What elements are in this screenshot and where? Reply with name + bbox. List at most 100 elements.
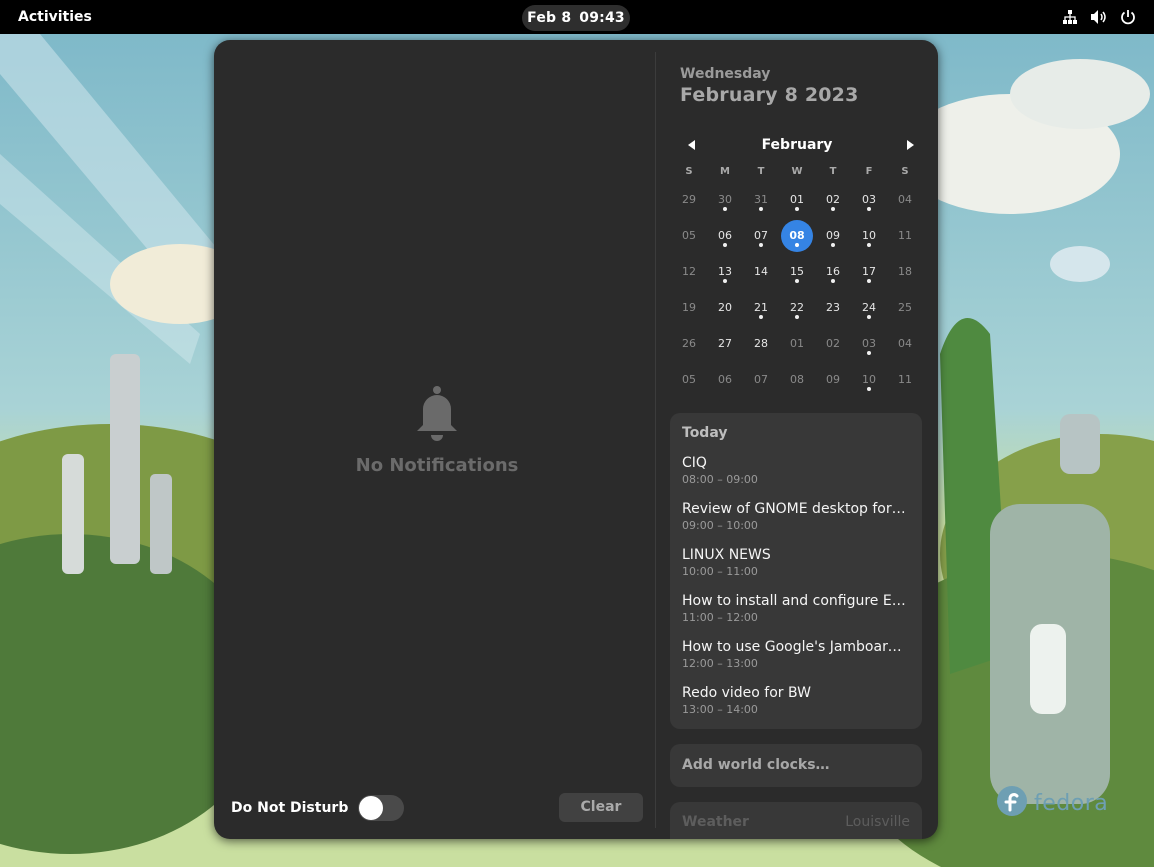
event-item[interactable]: How to use Google's Jamboard … 12:00 – 1… bbox=[682, 638, 910, 671]
day-number: 04 bbox=[898, 193, 912, 206]
do-not-disturb-toggle[interactable] bbox=[358, 795, 405, 821]
day-number: 01 bbox=[790, 193, 804, 206]
calendar-day[interactable]: 10 bbox=[851, 218, 887, 254]
event-item[interactable]: Review of GNOME desktop for F… 09:00 – 1… bbox=[682, 500, 910, 533]
calendar-day[interactable]: 07 bbox=[743, 218, 779, 254]
day-number: 06 bbox=[718, 373, 732, 386]
event-indicator-dot bbox=[723, 243, 727, 247]
day-number: 03 bbox=[862, 193, 876, 206]
calendar-day[interactable]: 12 bbox=[671, 254, 707, 290]
calendar-day[interactable]: 08 bbox=[779, 362, 815, 398]
calendar-day[interactable]: 02 bbox=[815, 326, 851, 362]
calendar-day[interactable]: 22 bbox=[779, 290, 815, 326]
calendar-day[interactable]: 09 bbox=[815, 218, 851, 254]
bell-icon bbox=[214, 385, 660, 443]
calendar-day[interactable]: 03 bbox=[851, 182, 887, 218]
events-heading: Today bbox=[682, 425, 728, 441]
calendar-day[interactable]: 06 bbox=[707, 362, 743, 398]
event-time: 12:00 – 13:00 bbox=[682, 657, 758, 670]
event-indicator-dot bbox=[831, 207, 835, 211]
calendar-day[interactable]: 14 bbox=[743, 254, 779, 290]
day-number: 18 bbox=[898, 265, 912, 278]
previous-month-button[interactable] bbox=[682, 133, 704, 157]
calendar-grid: S M T W T F S 29 30 31 01 02 03 04 05 06 07 08 09 10 11 12 13 1… bbox=[671, 162, 923, 398]
event-time: 09:00 – 10:00 bbox=[682, 519, 758, 532]
event-item[interactable]: LINUX NEWS 10:00 – 11:00 bbox=[682, 546, 910, 579]
calendar-day[interactable]: 24 bbox=[851, 290, 887, 326]
system-menu[interactable] bbox=[1062, 0, 1136, 34]
calendar-day[interactable]: 07 bbox=[743, 362, 779, 398]
event-indicator-dot bbox=[867, 207, 871, 211]
calendar-day[interactable]: 01 bbox=[779, 326, 815, 362]
calendar-day[interactable]: 26 bbox=[671, 326, 707, 362]
event-time: 11:00 – 12:00 bbox=[682, 611, 758, 624]
calendar-day[interactable]: 31 bbox=[743, 182, 779, 218]
day-of-week-header: S bbox=[901, 166, 909, 177]
do-not-disturb-label: Do Not Disturb bbox=[231, 800, 349, 816]
clock-date: Feb 8 bbox=[527, 10, 572, 26]
today-weekday[interactable]: Wednesday bbox=[680, 66, 770, 82]
today-full-date[interactable]: February 8 2023 bbox=[680, 84, 859, 106]
calendar-day[interactable]: 11 bbox=[887, 218, 923, 254]
fedora-logo: fedora bbox=[996, 785, 1108, 821]
calendar-day[interactable]: 18 bbox=[887, 254, 923, 290]
calendar-day[interactable]: 04 bbox=[887, 182, 923, 218]
calendar-day[interactable]: 09 bbox=[815, 362, 851, 398]
add-world-clocks-button[interactable]: Add world clocks… bbox=[670, 744, 922, 787]
day-number: 16 bbox=[826, 265, 840, 278]
calendar-day[interactable]: 19 bbox=[671, 290, 707, 326]
day-number: 11 bbox=[898, 229, 912, 242]
event-indicator-dot bbox=[759, 207, 763, 211]
activities-button[interactable]: Activities bbox=[18, 0, 92, 34]
calendar-day[interactable]: 20 bbox=[707, 290, 743, 326]
calendar-week-row: 29 30 31 01 02 03 04 bbox=[671, 182, 923, 218]
event-indicator-dot bbox=[831, 243, 835, 247]
arrow-right-icon bbox=[898, 140, 920, 161]
calendar-pane: Wednesday February 8 2023 February S M T W T… bbox=[656, 40, 938, 839]
event-indicator-dot bbox=[759, 243, 763, 247]
calendar-day[interactable]: 25 bbox=[887, 290, 923, 326]
month-header: February bbox=[672, 133, 922, 157]
calendar-day[interactable]: 13 bbox=[707, 254, 743, 290]
calendar-day[interactable]: 05 bbox=[671, 218, 707, 254]
calendar-day[interactable]: 01 bbox=[779, 182, 815, 218]
weather-section[interactable]: Weather Louisville bbox=[670, 802, 922, 839]
event-item[interactable]: Redo video for BW 13:00 – 14:00 bbox=[682, 684, 910, 717]
calendar-day[interactable]: 11 bbox=[887, 362, 923, 398]
clear-button[interactable]: Clear bbox=[559, 793, 643, 822]
event-item[interactable]: CIQ 08:00 – 09:00 bbox=[682, 454, 910, 487]
calendar-day[interactable]: 23 bbox=[815, 290, 851, 326]
day-number: 08 bbox=[790, 373, 804, 386]
calendar-day[interactable]: 28 bbox=[743, 326, 779, 362]
calendar-day[interactable]: 02 bbox=[815, 182, 851, 218]
calendar-day[interactable]: 06 bbox=[707, 218, 743, 254]
calendar-day[interactable]: 16 bbox=[815, 254, 851, 290]
calendar-week-row: 19 20 21 22 23 24 25 bbox=[671, 290, 923, 326]
calendar-day[interactable]: 30 bbox=[707, 182, 743, 218]
network-icon bbox=[1062, 9, 1078, 25]
calendar-day[interactable]: 27 bbox=[707, 326, 743, 362]
events-section[interactable]: Today CIQ 08:00 – 09:00 Review of GNOME … bbox=[670, 413, 922, 729]
event-title: LINUX NEWS bbox=[682, 547, 771, 563]
day-number: 11 bbox=[898, 373, 912, 386]
calendar-day[interactable]: 03 bbox=[851, 326, 887, 362]
calendar-day[interactable]: 04 bbox=[887, 326, 923, 362]
calendar-day[interactable]: 29 bbox=[671, 182, 707, 218]
calendar-day[interactable]: 15 bbox=[779, 254, 815, 290]
event-time: 10:00 – 11:00 bbox=[682, 565, 758, 578]
calendar-day[interactable]: 17 bbox=[851, 254, 887, 290]
event-indicator-dot bbox=[867, 351, 871, 355]
day-number: 08 bbox=[789, 229, 805, 242]
calendar-day[interactable]: 21 bbox=[743, 290, 779, 326]
calendar-day[interactable]: 05 bbox=[671, 362, 707, 398]
day-number: 05 bbox=[682, 373, 696, 386]
event-indicator-dot bbox=[723, 279, 727, 283]
clock-button[interactable]: Feb 8 09:43 bbox=[522, 5, 630, 31]
day-number: 29 bbox=[682, 193, 696, 206]
event-indicator-dot bbox=[867, 279, 871, 283]
next-month-button[interactable] bbox=[898, 133, 920, 157]
event-item[interactable]: How to install and configure Eas… 11:00 … bbox=[682, 592, 910, 625]
calendar-day[interactable]: 10 bbox=[851, 362, 887, 398]
day-number: 21 bbox=[754, 301, 768, 314]
calendar-day-today[interactable]: 08 bbox=[779, 218, 815, 254]
